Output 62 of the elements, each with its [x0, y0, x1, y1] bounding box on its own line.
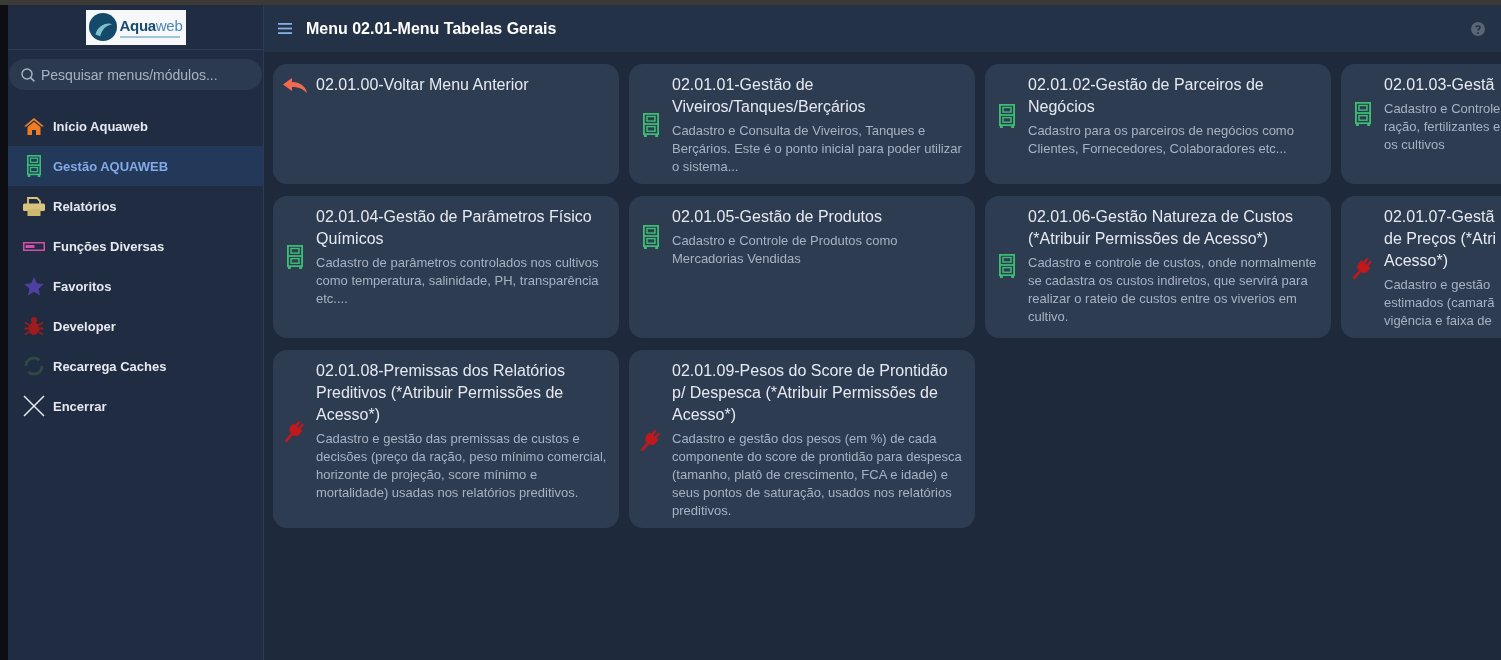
file-cabinet-icon — [998, 254, 1015, 278]
card-description: Cadastro e gestão das premissas de custos e decisões (preço da ração, peso mínimo comercial, horizonte de projeção, score mínimo e mortalidade) usadas nos relatórios preditivos. — [316, 430, 608, 502]
sidebar-item[interactable]: Favoritos — [8, 266, 263, 306]
sidebar-item[interactable]: Funções Diversas — [8, 226, 263, 266]
star-icon — [24, 276, 44, 296]
card-title: 02.01.06-Gestão Natureza de Custos (*Atribuir Permissões de Acesso*) — [1028, 207, 1295, 249]
card-description: Cadastro de parâmetros controlados nos cultivos como temperatura, salinidade, PH, transparência etc.... — [316, 254, 600, 308]
search-field[interactable]: Pesquisar menus/módulos... — [9, 59, 262, 90]
card-description: Cadastro e gestão estimados (camarã vigência e faixa de — [1384, 276, 1496, 330]
plug-icon — [284, 419, 305, 443]
menu-card[interactable] — [985, 196, 1331, 338]
plug-icon — [640, 428, 661, 452]
printer-icon — [23, 196, 45, 216]
card-title: 02.01.02-Gestão de Parceiros de Negócios — [1028, 75, 1265, 117]
plug-icon — [1352, 256, 1373, 280]
card-description: Cadastro e gestão dos pesos (em %) de cada componente do score de prontidão para despesca (tamanho, platô de crescimento, FCA e idade) e seus pontos de saturação, usados nos relatórios preditivos. — [672, 430, 963, 520]
progress-bar-icon — [23, 241, 45, 251]
refresh-icon — [23, 355, 45, 377]
menu-card[interactable]: 02.01.07-Gestã de Preços (*Atri Acesso*) Cadastro e gestão estimados (camarã vigência e faixa de — [1341, 196, 1501, 338]
bug-icon — [24, 316, 44, 336]
sidebar-item[interactable]: Encerrar — [8, 386, 263, 426]
search-icon — [21, 68, 35, 82]
menu-card[interactable]: 02.01.03-Gestã Cadastro e Controle ração, fertilizantes e os cultivos — [1341, 64, 1501, 184]
sidebar-item[interactable]: Developer — [8, 306, 263, 346]
logo-tagline-drawing — [119, 35, 180, 38]
menu-card[interactable]: 02.01.01-Gestão de Viveiros/Tanques/Berçários Cadastro e Consulta de Viveiros, Tanques e Berçários. Este é o ponto inicial para poder utilizar o sistema... — [629, 64, 975, 184]
card-title: 02.01.01-Gestão de Viveiros/Tanques/Berçários — [672, 75, 867, 117]
close-icon — [23, 395, 45, 417]
file-cabinet-icon — [642, 225, 659, 249]
menu-icon[interactable] — [278, 23, 292, 34]
file-cabinet-icon — [642, 113, 659, 137]
menu-card[interactable]: 02.01.02-Gestão de Parceiros de Negócios Cadastro para os parceiros de negócios como Clientes, Fornecedores, Colaboradores etc... — [985, 64, 1331, 184]
card-description: Cadastro para os parceiros de negócios como Clientes, Fornecedores, Colaboradores etc... — [1028, 122, 1295, 158]
card-description: Cadastro e Controle ração, fertilizantes e os cultivos — [1384, 100, 1501, 154]
card-title: 02.01.08-Premissas dos Relatórios Preditivos (*Atribuir Permissões de Acesso*) — [316, 361, 566, 425]
card-title: 02.01.04-Gestão de Parâmetros Físico Químicos — [316, 207, 593, 249]
card-title: 02.01.09-Pesos do Score de Prontidão p/ Despesca (*Atribuir Permissões de Acesso*) — [672, 361, 949, 425]
card-title: 02.01.00-Voltar Menu Anterior — [316, 75, 530, 95]
menu-card[interactable] — [629, 350, 975, 528]
logo-icon — [88, 13, 117, 41]
sidebar-item[interactable]: Início Aquaweb — [8, 106, 263, 146]
file-cabinet-icon — [998, 104, 1015, 128]
file-cabinet-icon — [27, 155, 41, 177]
card-description: Cadastro e Consulta de Viveiros, Tanques e Berçários. Este é o ponto inicial para poder utilizar o sistema... — [672, 122, 963, 176]
logo-text: Aquaweb — [119, 16, 183, 34]
card-title: 02.01.05-Gestão de Produtos — [672, 207, 883, 227]
file-cabinet-icon — [1354, 102, 1371, 126]
menu-card[interactable]: 02.01.04-Gestão de Parâmetros Físico Químicos Cadastro de parâmetros controlados nos cultivos como temperatura, salinidade, PH, transparência etc.... — [273, 196, 619, 338]
sidebar-item[interactable]: Relatórios — [8, 186, 263, 226]
card-description: Cadastro e Controle de Produtos como Mercadorias Vendidas — [672, 232, 899, 268]
home-icon — [24, 117, 44, 135]
reply-arrow-icon — [282, 77, 307, 93]
sidebar-item[interactable]: Recarrega Caches — [8, 346, 263, 386]
card-description: Cadastro e controle de custos, onde normalmente se cadastra os custos indiretos, que servirá para realizar o rateio de custos entre os viverios em cultivo. — [1028, 254, 1318, 326]
card-title: 02.01.03-Gestã — [1384, 75, 1496, 95]
menu-card[interactable]: 02.01.00-Voltar Menu Anterior — [273, 64, 619, 184]
file-cabinet-icon — [286, 245, 303, 269]
sidebar-item[interactable]: Gestão AQUAWEB — [8, 146, 263, 186]
card-title: 02.01.07-Gestã de Preços (*Atri Acesso*) — [1384, 207, 1498, 271]
page-title: Menu 02.01-Menu Tabelas Gerais — [306, 19, 558, 38]
menu-card[interactable] — [273, 350, 619, 528]
menu-card[interactable]: 02.01.05-Gestão de Produtos Cadastro e Controle de Produtos como Mercadorias Vendidas — [629, 196, 975, 338]
